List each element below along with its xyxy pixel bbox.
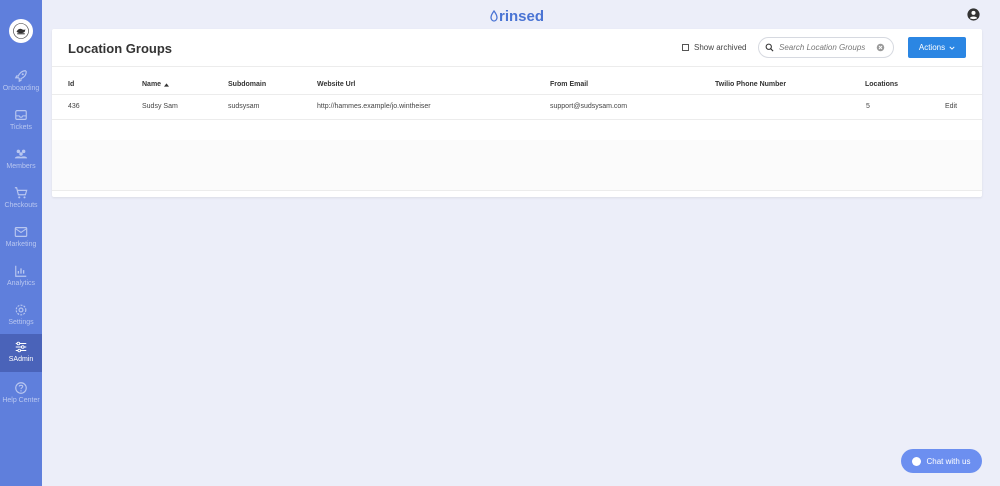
- search-icon: [765, 43, 774, 52]
- sliders-icon: [15, 341, 27, 353]
- cell-locations: 5: [866, 103, 870, 110]
- header-divider: [52, 66, 982, 67]
- sidebar-item-label: Settings: [8, 319, 34, 326]
- chart-icon: [15, 265, 27, 277]
- chat-bubble-icon: [912, 456, 922, 466]
- sidebar-item-analytics[interactable]: Analytics: [0, 261, 42, 299]
- sidebar-item-label: SAdmin: [8, 356, 34, 363]
- sidebar-item-tickets[interactable]: Tickets: [0, 105, 42, 143]
- cell-subdomain: sudsysam: [228, 103, 260, 110]
- sidebar-item-marketing[interactable]: Marketing: [0, 222, 42, 260]
- sidebar-item-help-center[interactable]: Help Center: [0, 378, 42, 416]
- members-icon: [14, 149, 28, 159]
- column-header-subdomain[interactable]: Subdomain: [228, 81, 266, 88]
- marketing-icon: [14, 227, 28, 237]
- company-logo[interactable]: [9, 19, 33, 43]
- show-archived-label: Show archived: [694, 43, 747, 52]
- sidebar-item-label: Marketing: [5, 241, 37, 248]
- search-input[interactable]: [779, 43, 874, 52]
- sidebar-item-label: Analytics: [6, 280, 35, 287]
- column-header-name[interactable]: Name: [142, 81, 170, 88]
- sidebar: Onboarding Tickets Members Checkouts Mar…: [0, 0, 42, 486]
- sidebar-item-checkouts[interactable]: Checkouts: [0, 183, 42, 221]
- brand-name: rinsed: [499, 7, 545, 25]
- rocket-icon: [14, 70, 27, 83]
- sidebar-item-label: Help Center: [2, 397, 40, 404]
- sidebar-item-label: Checkouts: [4, 202, 38, 209]
- brand-logo[interactable]: rinsed: [490, 7, 545, 25]
- column-header-name-label: Name: [142, 81, 162, 88]
- sidebar-item-onboarding[interactable]: Onboarding: [0, 66, 42, 104]
- actions-button[interactable]: Actions: [908, 37, 966, 58]
- column-header-twilio-phone[interactable]: Twilio Phone Number: [715, 81, 786, 88]
- gear-icon: [15, 304, 27, 316]
- sidebar-item-label: Onboarding: [2, 85, 40, 92]
- sidebar-item-sadmin[interactable]: SAdmin: [0, 334, 42, 372]
- location-groups-card: Location Groups Show archived Actions Id…: [52, 29, 982, 197]
- chat-label: Chat with us: [926, 456, 971, 466]
- edit-link[interactable]: Edit: [945, 103, 957, 110]
- show-archived-checkbox[interactable]: [682, 44, 689, 51]
- cell-id: 436: [68, 103, 80, 110]
- show-archived-toggle[interactable]: Show archived: [682, 43, 746, 52]
- column-header-locations[interactable]: Locations: [865, 81, 898, 88]
- page-title: Location Groups: [68, 41, 172, 56]
- sidebar-item-members[interactable]: Members: [0, 144, 42, 182]
- column-header-id[interactable]: Id: [68, 81, 74, 88]
- actions-label: Actions: [918, 43, 946, 52]
- cell-name: Sudsy Sam: [142, 103, 178, 110]
- chevron-down-icon: [949, 46, 955, 50]
- droplet-icon: [490, 10, 498, 22]
- table-footer-divider: [52, 190, 982, 191]
- column-header-from-email[interactable]: From Email: [550, 81, 588, 88]
- table-empty-area: [52, 140, 982, 190]
- sidebar-item-settings[interactable]: Settings: [0, 300, 42, 338]
- cell-from-email: support@sudsysam.com: [550, 103, 628, 110]
- sidebar-item-label: Tickets: [10, 124, 32, 131]
- chat-with-us-button[interactable]: Chat with us: [901, 449, 982, 473]
- table-header-divider: [52, 94, 982, 95]
- cart-icon: [14, 187, 28, 199]
- logo-icon: [13, 23, 29, 39]
- sidebar-item-label: Members: [6, 163, 36, 170]
- clear-search-icon[interactable]: [876, 43, 885, 52]
- help-icon: [15, 382, 27, 394]
- row-divider: [52, 119, 982, 120]
- user-account-icon[interactable]: [967, 8, 980, 21]
- ticket-icon: [15, 110, 27, 120]
- column-header-website-url[interactable]: Website Url: [317, 81, 355, 88]
- cell-website-url: http://hammes.example/jo.wintheiser: [317, 103, 431, 110]
- sort-ascending-icon: [164, 82, 170, 87]
- search-box[interactable]: [758, 37, 894, 58]
